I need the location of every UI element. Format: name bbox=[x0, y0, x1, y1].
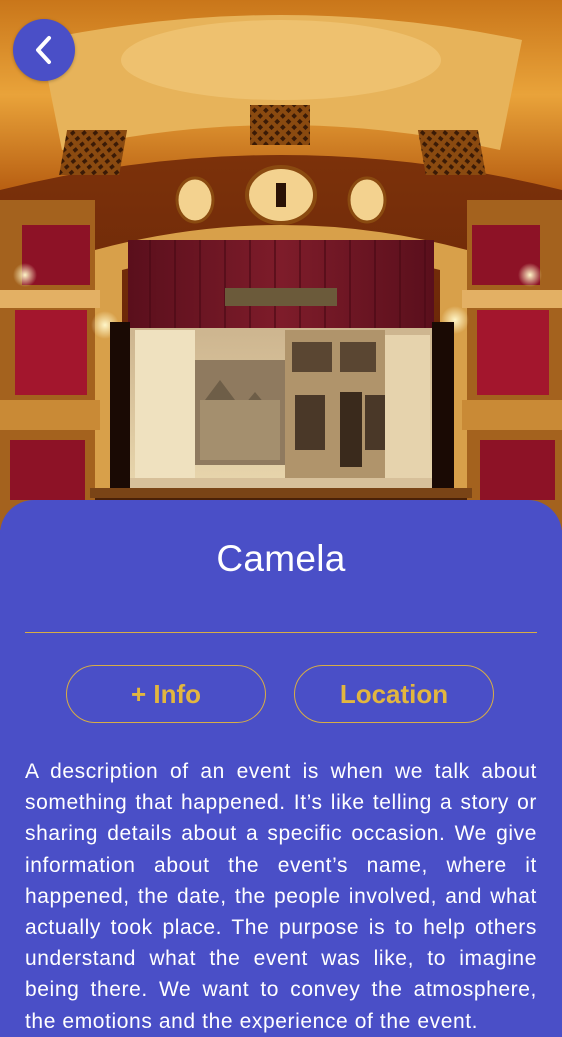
location-button[interactable]: Location bbox=[294, 665, 494, 723]
event-description: A description of an event is when we tal… bbox=[25, 760, 537, 1033]
chevron-left-icon bbox=[36, 36, 51, 64]
divider bbox=[25, 632, 537, 633]
event-details-panel: Camela + Info Location A description of … bbox=[0, 500, 562, 1033]
event-hero-image bbox=[0, 0, 562, 530]
back-button[interactable] bbox=[13, 19, 75, 81]
event-title: Camela bbox=[216, 538, 346, 579]
more-info-button[interactable]: + Info bbox=[66, 665, 266, 723]
